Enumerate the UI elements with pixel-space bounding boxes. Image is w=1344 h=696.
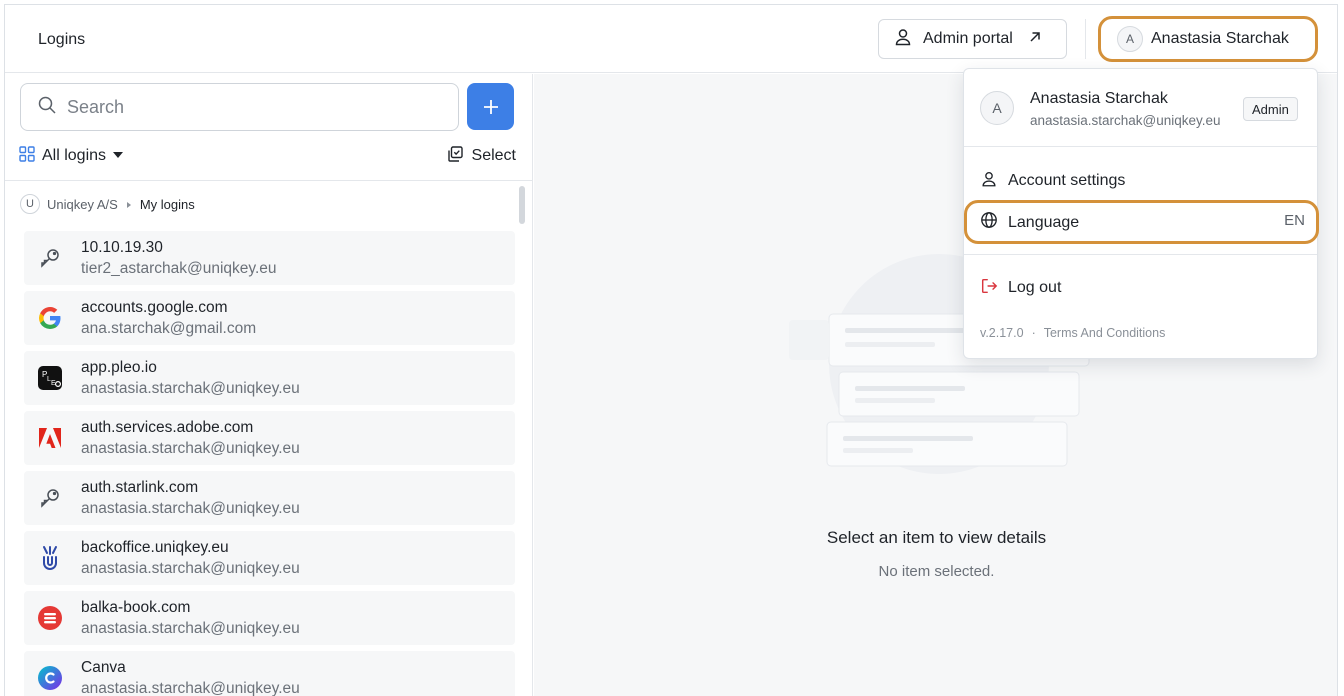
multi-select-icon (446, 145, 464, 168)
all-logins-filter[interactable]: All logins (18, 145, 124, 168)
login-host: auth.services.adobe.com (81, 418, 254, 436)
list-item[interactable]: PLE app.pleo.io anastasia.starchak@uniqk… (24, 351, 515, 405)
page-title: Logins (38, 31, 86, 48)
pleo-icon: PLE (30, 358, 70, 398)
login-host: 10.10.19.30 (81, 238, 163, 256)
menu-footer: v.2.17.0 · Terms And Conditions (980, 326, 1165, 340)
breadcrumb-folder[interactable]: My logins (140, 197, 195, 212)
login-host: accounts.google.com (81, 298, 228, 316)
list-item[interactable]: auth.starlink.com anastasia.starchak@uni… (24, 471, 515, 525)
list-item[interactable]: backoffice.uniqkey.eu anastasia.starchak… (24, 531, 515, 585)
top-header: Logins Admin portal A Anastasia Starchak (5, 5, 1337, 73)
profile-name: Anastasia Starchak (1030, 90, 1168, 107)
logout-icon (980, 277, 998, 300)
logins-sidebar: All logins Select U Uniqkey A/S My login… (5, 74, 533, 696)
select-label: Select (471, 147, 516, 164)
admin-portal-label: Admin portal (923, 30, 1013, 47)
app-window: Logins Admin portal A Anastasia Starchak (4, 4, 1338, 696)
filter-row: All logins Select (18, 144, 516, 168)
user-menu-button[interactable]: A Anastasia Starchak (1098, 16, 1318, 62)
login-host: balka-book.com (81, 598, 191, 616)
terms-link[interactable]: Terms And Conditions (1044, 326, 1166, 340)
avatar: A (1117, 26, 1143, 52)
login-username: anastasia.starchak@uniqkey.eu (81, 679, 300, 696)
language-label: Language (1008, 213, 1080, 231)
external-link-icon (1027, 29, 1043, 50)
user-icon (980, 170, 998, 193)
add-login-button[interactable] (467, 83, 514, 130)
key-icon (30, 478, 70, 518)
plus-icon (483, 99, 498, 114)
user-name: Anastasia Starchak (1151, 30, 1289, 47)
list-item[interactable]: balka-book.com anastasia.starchak@uniqke… (24, 591, 515, 645)
search-input[interactable] (67, 96, 427, 118)
list-divider (5, 180, 532, 181)
login-username: anastasia.starchak@uniqkey.eu (81, 379, 300, 397)
role-badge: Admin (1243, 97, 1298, 121)
menu-divider (964, 254, 1317, 255)
list-scrollbar[interactable] (519, 186, 525, 224)
login-username: ana.starchak@gmail.com (81, 319, 257, 337)
empty-state-title: Select an item to view details (826, 528, 1047, 547)
admin-portal-button[interactable]: Admin portal (878, 19, 1067, 59)
balka-icon (30, 598, 70, 638)
user-menu-dropdown: A Anastasia Starchak anastasia.starchak@… (963, 68, 1319, 359)
login-username: anastasia.starchak@uniqkey.eu (81, 559, 300, 577)
login-host: app.pleo.io (81, 358, 157, 376)
all-logins-label: All logins (42, 147, 107, 164)
login-username: anastasia.starchak@uniqkey.eu (81, 499, 300, 517)
account-settings-item[interactable]: Account settings (980, 169, 1125, 193)
login-username: anastasia.starchak@uniqkey.eu (81, 439, 300, 457)
user-profile-card: A Anastasia Starchak anastasia.starchak@… (964, 69, 1317, 147)
grid-icon (18, 145, 36, 168)
caret-down-icon (112, 147, 124, 165)
header-divider (1085, 19, 1086, 59)
list-item[interactable]: accounts.google.com ana.starchak@gmail.c… (24, 291, 515, 345)
breadcrumb: U Uniqkey A/S My logins (20, 194, 195, 214)
search-icon (37, 95, 57, 120)
avatar: A (980, 91, 1014, 125)
login-list: 10.10.19.30 tier2_astarchak@uniqkey.eu a… (24, 231, 515, 696)
empty-state-subtitle: No item selected. (878, 563, 995, 580)
list-item[interactable]: Canva anastasia.starchak@uniqkey.eu (24, 651, 515, 696)
app-version: v.2.17.0 (980, 326, 1024, 340)
adobe-icon (30, 418, 70, 458)
google-icon (30, 298, 70, 338)
login-username: anastasia.starchak@uniqkey.eu (81, 619, 300, 637)
org-avatar: U (20, 194, 40, 214)
select-button[interactable]: Select (446, 145, 516, 168)
account-settings-label: Account settings (1008, 172, 1126, 189)
login-host: auth.starlink.com (81, 478, 199, 496)
list-item[interactable]: auth.services.adobe.com anastasia.starch… (24, 411, 515, 465)
chevron-right-icon (125, 197, 133, 212)
uniqkey-icon (30, 538, 70, 578)
login-host: backoffice.uniqkey.eu (81, 538, 229, 556)
login-host: Canva (81, 658, 126, 676)
login-username: tier2_astarchak@uniqkey.eu (81, 259, 277, 277)
globe-icon (980, 211, 998, 234)
list-item[interactable]: 10.10.19.30 tier2_astarchak@uniqkey.eu (24, 231, 515, 285)
profile-email: anastasia.starchak@uniqkey.eu (1030, 113, 1221, 128)
key-icon (30, 238, 70, 278)
language-value: EN (1284, 212, 1305, 229)
footer-separator: · (1031, 326, 1036, 340)
user-icon (893, 27, 913, 52)
language-item[interactable]: Language EN (964, 199, 1319, 245)
search-box[interactable] (20, 83, 459, 131)
logout-label: Log out (1008, 279, 1062, 296)
canva-icon (30, 658, 70, 696)
breadcrumb-org[interactable]: Uniqkey A/S (47, 197, 118, 212)
logout-item[interactable]: Log out (980, 276, 1061, 300)
